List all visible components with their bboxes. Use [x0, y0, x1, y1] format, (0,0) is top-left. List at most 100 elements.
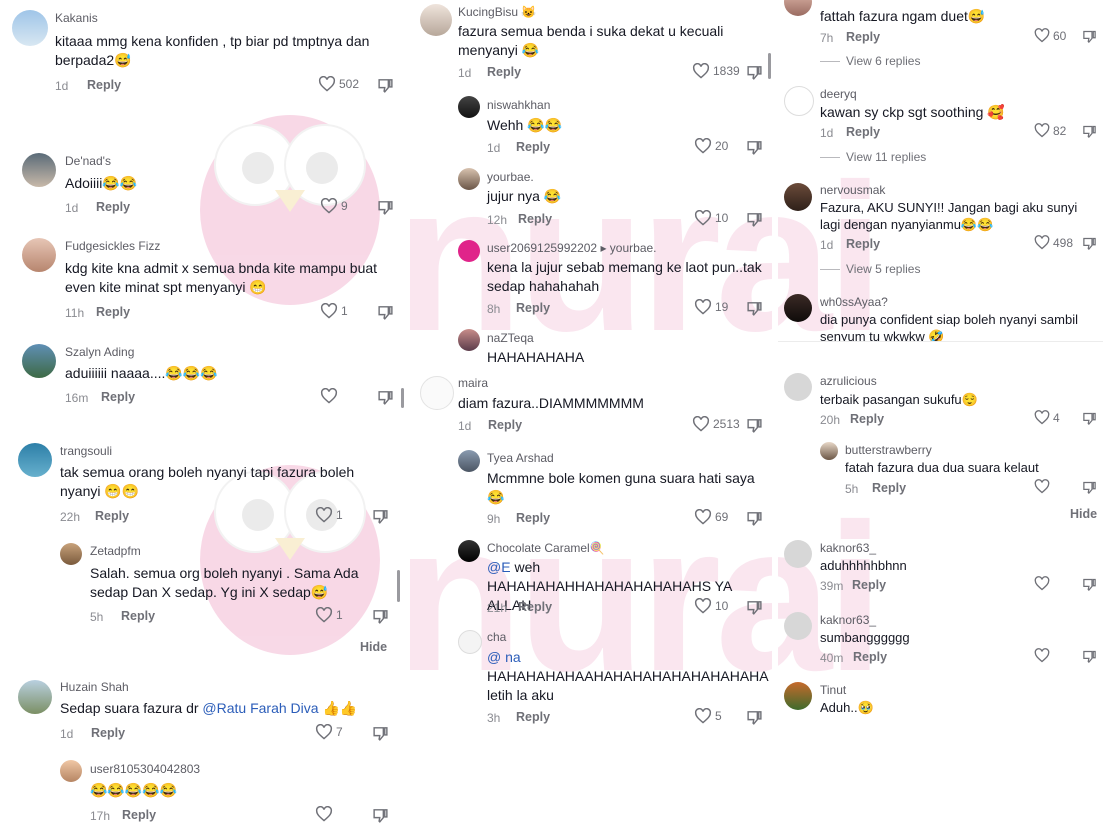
reply-button[interactable]: Reply: [518, 600, 552, 614]
scrollbar[interactable]: [401, 388, 404, 408]
avatar[interactable]: [458, 630, 482, 654]
like-button[interactable]: [1034, 479, 1050, 494]
reply-button[interactable]: Reply: [516, 140, 550, 154]
avatar[interactable]: [420, 376, 454, 410]
avatar[interactable]: [18, 443, 52, 477]
avatar[interactable]: [784, 612, 812, 640]
avatar[interactable]: [784, 0, 812, 16]
comment-username[interactable]: wh0ssAyaa?: [820, 295, 888, 309]
avatar[interactable]: [458, 96, 480, 118]
like-button[interactable]: 10: [694, 210, 728, 226]
comment-username[interactable]: deeryq: [820, 87, 857, 101]
comment-username[interactable]: Tyea Arshad: [487, 451, 554, 465]
avatar[interactable]: [22, 153, 56, 187]
like-button[interactable]: 2513: [692, 416, 740, 432]
avatar[interactable]: [458, 540, 480, 562]
avatar[interactable]: [784, 373, 812, 401]
reply-button[interactable]: Reply: [518, 212, 552, 226]
comment-username[interactable]: Chocolate Caramel🍭: [487, 541, 605, 555]
comment-username[interactable]: cha: [487, 630, 506, 644]
scrollbar[interactable]: [768, 53, 771, 79]
like-button[interactable]: 9: [320, 198, 348, 214]
dislike-icon[interactable]: [372, 725, 389, 742]
dislike-icon[interactable]: [1082, 480, 1097, 495]
comment-username[interactable]: naZTeqa: [487, 331, 534, 345]
reply-button[interactable]: Reply: [121, 609, 155, 623]
comment-username[interactable]: yourbae.: [487, 170, 534, 184]
reply-button[interactable]: Reply: [91, 726, 125, 740]
avatar[interactable]: [22, 344, 56, 378]
view-replies-button[interactable]: View 5 replies: [820, 262, 920, 276]
like-button[interactable]: 4: [1034, 410, 1060, 425]
like-button[interactable]: 10: [694, 598, 728, 614]
reply-button[interactable]: Reply: [846, 125, 880, 139]
view-replies-button[interactable]: View 6 replies: [820, 54, 920, 68]
reply-button[interactable]: Reply: [872, 481, 906, 495]
hide-replies-button[interactable]: Hide: [1070, 507, 1097, 521]
dislike-icon[interactable]: [1082, 29, 1097, 44]
dislike-icon[interactable]: [372, 508, 389, 525]
comment-username[interactable]: trangsouli: [60, 444, 112, 458]
avatar[interactable]: [784, 183, 812, 211]
like-button[interactable]: 60: [1034, 28, 1066, 43]
comment-username[interactable]: user2069125992202 ▸ yourbae.: [487, 241, 657, 255]
reply-button[interactable]: Reply: [96, 305, 130, 319]
reply-button[interactable]: Reply: [516, 710, 550, 724]
avatar[interactable]: [18, 680, 52, 714]
comment-username[interactable]: kaknor63_: [820, 541, 876, 555]
reply-button[interactable]: Reply: [487, 65, 521, 79]
comment-username[interactable]: butterstrawberry: [845, 443, 932, 457]
avatar[interactable]: [22, 238, 56, 272]
hide-replies-button[interactable]: Hide: [360, 640, 387, 654]
comment-username[interactable]: KucingBisu 😺: [458, 5, 536, 19]
comment-username[interactable]: De'nad's: [65, 154, 111, 168]
dislike-icon[interactable]: [1082, 124, 1097, 139]
dislike-icon[interactable]: [377, 199, 394, 216]
like-button[interactable]: 20: [694, 138, 728, 154]
like-button[interactable]: 7: [315, 724, 343, 740]
reply-to-user[interactable]: ▸ yourbae.: [600, 241, 656, 255]
like-button[interactable]: 1: [315, 607, 343, 623]
dislike-icon[interactable]: [377, 77, 394, 94]
avatar[interactable]: [784, 682, 812, 710]
reply-button[interactable]: Reply: [96, 200, 130, 214]
reply-button[interactable]: Reply: [516, 301, 550, 315]
reply-button[interactable]: Reply: [122, 808, 156, 822]
like-button[interactable]: [315, 806, 333, 822]
reply-button[interactable]: Reply: [846, 30, 880, 44]
avatar[interactable]: [60, 543, 82, 565]
comment-username[interactable]: niswahkhan: [487, 98, 550, 112]
dislike-icon[interactable]: [746, 211, 763, 228]
like-button[interactable]: 502: [318, 76, 359, 92]
comment-username[interactable]: Tinut: [820, 683, 846, 697]
comment-username[interactable]: user8105304042803: [90, 762, 200, 776]
like-button[interactable]: 5: [694, 708, 722, 724]
like-button[interactable]: 69: [694, 509, 728, 525]
dislike-icon[interactable]: [372, 807, 389, 824]
view-replies-button[interactable]: View 11 replies: [820, 150, 926, 164]
reply-button[interactable]: Reply: [87, 78, 121, 92]
dislike-icon[interactable]: [1082, 649, 1097, 664]
reply-button[interactable]: Reply: [488, 418, 522, 432]
dislike-icon[interactable]: [1082, 577, 1097, 592]
dislike-icon[interactable]: [746, 417, 763, 434]
comment-username[interactable]: Fudgesickles Fizz: [65, 239, 160, 253]
like-button[interactable]: 1: [315, 507, 343, 523]
like-button[interactable]: 1: [320, 303, 348, 319]
mention-link[interactable]: @E: [487, 559, 511, 575]
avatar[interactable]: [458, 329, 480, 351]
avatar[interactable]: [420, 4, 452, 36]
dislike-icon[interactable]: [746, 300, 763, 317]
dislike-icon[interactable]: [746, 139, 763, 156]
avatar[interactable]: [458, 240, 480, 262]
comment-username[interactable]: Kakanis: [55, 11, 98, 25]
dislike-icon[interactable]: [1082, 411, 1097, 426]
reply-button[interactable]: Reply: [852, 578, 886, 592]
comment-username[interactable]: Szalyn Ading: [65, 345, 134, 359]
avatar[interactable]: [60, 760, 82, 782]
mention-link[interactable]: @Ratu Farah Diva: [202, 700, 318, 716]
avatar[interactable]: [784, 86, 814, 116]
dislike-icon[interactable]: [372, 608, 389, 625]
avatar[interactable]: [458, 450, 480, 472]
comment-username[interactable]: Huzain Shah: [60, 680, 129, 694]
